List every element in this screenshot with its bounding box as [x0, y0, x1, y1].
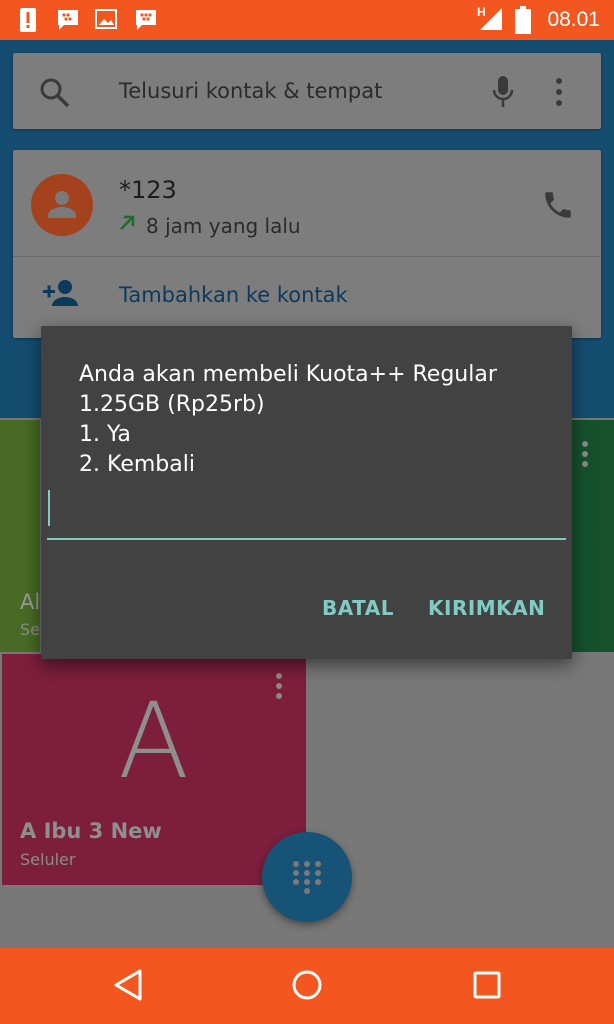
cancel-button[interactable]: BATAL: [322, 596, 394, 620]
network-type-label: H: [477, 5, 486, 19]
send-button[interactable]: KIRIMKAN: [428, 596, 545, 620]
dialog-message-line: 2. Kembali: [79, 452, 195, 477]
outgoing-call-arrow-icon: [118, 214, 136, 236]
more-vert-icon[interactable]: [553, 77, 565, 111]
dialpad-icon: [289, 859, 325, 899]
navigation-bar: [0, 948, 614, 1024]
search-bar[interactable]: Telusuri kontak & tempat: [13, 53, 601, 129]
search-input[interactable]: Telusuri kontak & tempat: [119, 79, 382, 103]
home-icon[interactable]: [290, 968, 324, 1006]
favorite-tile[interactable]: [572, 420, 614, 652]
divider: [13, 256, 601, 257]
image-icon: [95, 8, 117, 34]
dialog-message-line: 1. Ya: [79, 422, 131, 447]
recent-call-card: *123 8 jam yang lalu Tambahkan ke kontak: [13, 150, 601, 338]
battery-icon: [515, 6, 531, 38]
person-icon: [48, 191, 76, 218]
text-cursor: [48, 490, 50, 526]
ussd-reply-input[interactable]: [47, 486, 566, 540]
alert-icon: [18, 8, 38, 36]
avatar[interactable]: [31, 174, 93, 236]
more-vert-icon[interactable]: [274, 672, 284, 704]
more-vert-icon[interactable]: [580, 440, 590, 472]
bbm-chat-icon: [56, 8, 80, 36]
recents-icon[interactable]: [472, 970, 502, 1004]
phone-icon[interactable]: [541, 188, 575, 226]
mic-icon[interactable]: [491, 75, 515, 113]
favorite-tile-name: Al: [20, 590, 41, 614]
favorite-tile-type: Seluler: [20, 850, 76, 869]
favorite-tile-letter: A: [118, 680, 190, 802]
status-bar: H 08.01: [0, 0, 614, 40]
search-icon[interactable]: [39, 77, 71, 113]
bbm-icon: [134, 8, 158, 36]
favorite-tile-type: Se: [20, 620, 40, 639]
dialog-message-line: Anda akan membeli Kuota++ Regular: [79, 362, 497, 387]
back-icon[interactable]: [112, 968, 144, 1006]
clock: 08.01: [547, 8, 600, 31]
call-number[interactable]: *123: [119, 176, 177, 204]
dialog-message: Anda akan membeli Kuota++ Regular 1.25GB…: [79, 360, 549, 480]
call-time-ago: 8 jam yang lalu: [146, 214, 301, 238]
favorite-tile-name: A Ibu 3 New: [20, 819, 162, 843]
ussd-dialog: Anda akan membeli Kuota++ Regular 1.25GB…: [41, 326, 572, 659]
add-to-contacts-link[interactable]: Tambahkan ke kontak: [119, 283, 348, 307]
dialog-message-line: 1.25GB (Rp25rb): [79, 392, 265, 417]
add-contact-icon[interactable]: [41, 278, 81, 312]
favorite-tile[interactable]: [0, 420, 40, 652]
dialpad-button[interactable]: [262, 832, 352, 922]
